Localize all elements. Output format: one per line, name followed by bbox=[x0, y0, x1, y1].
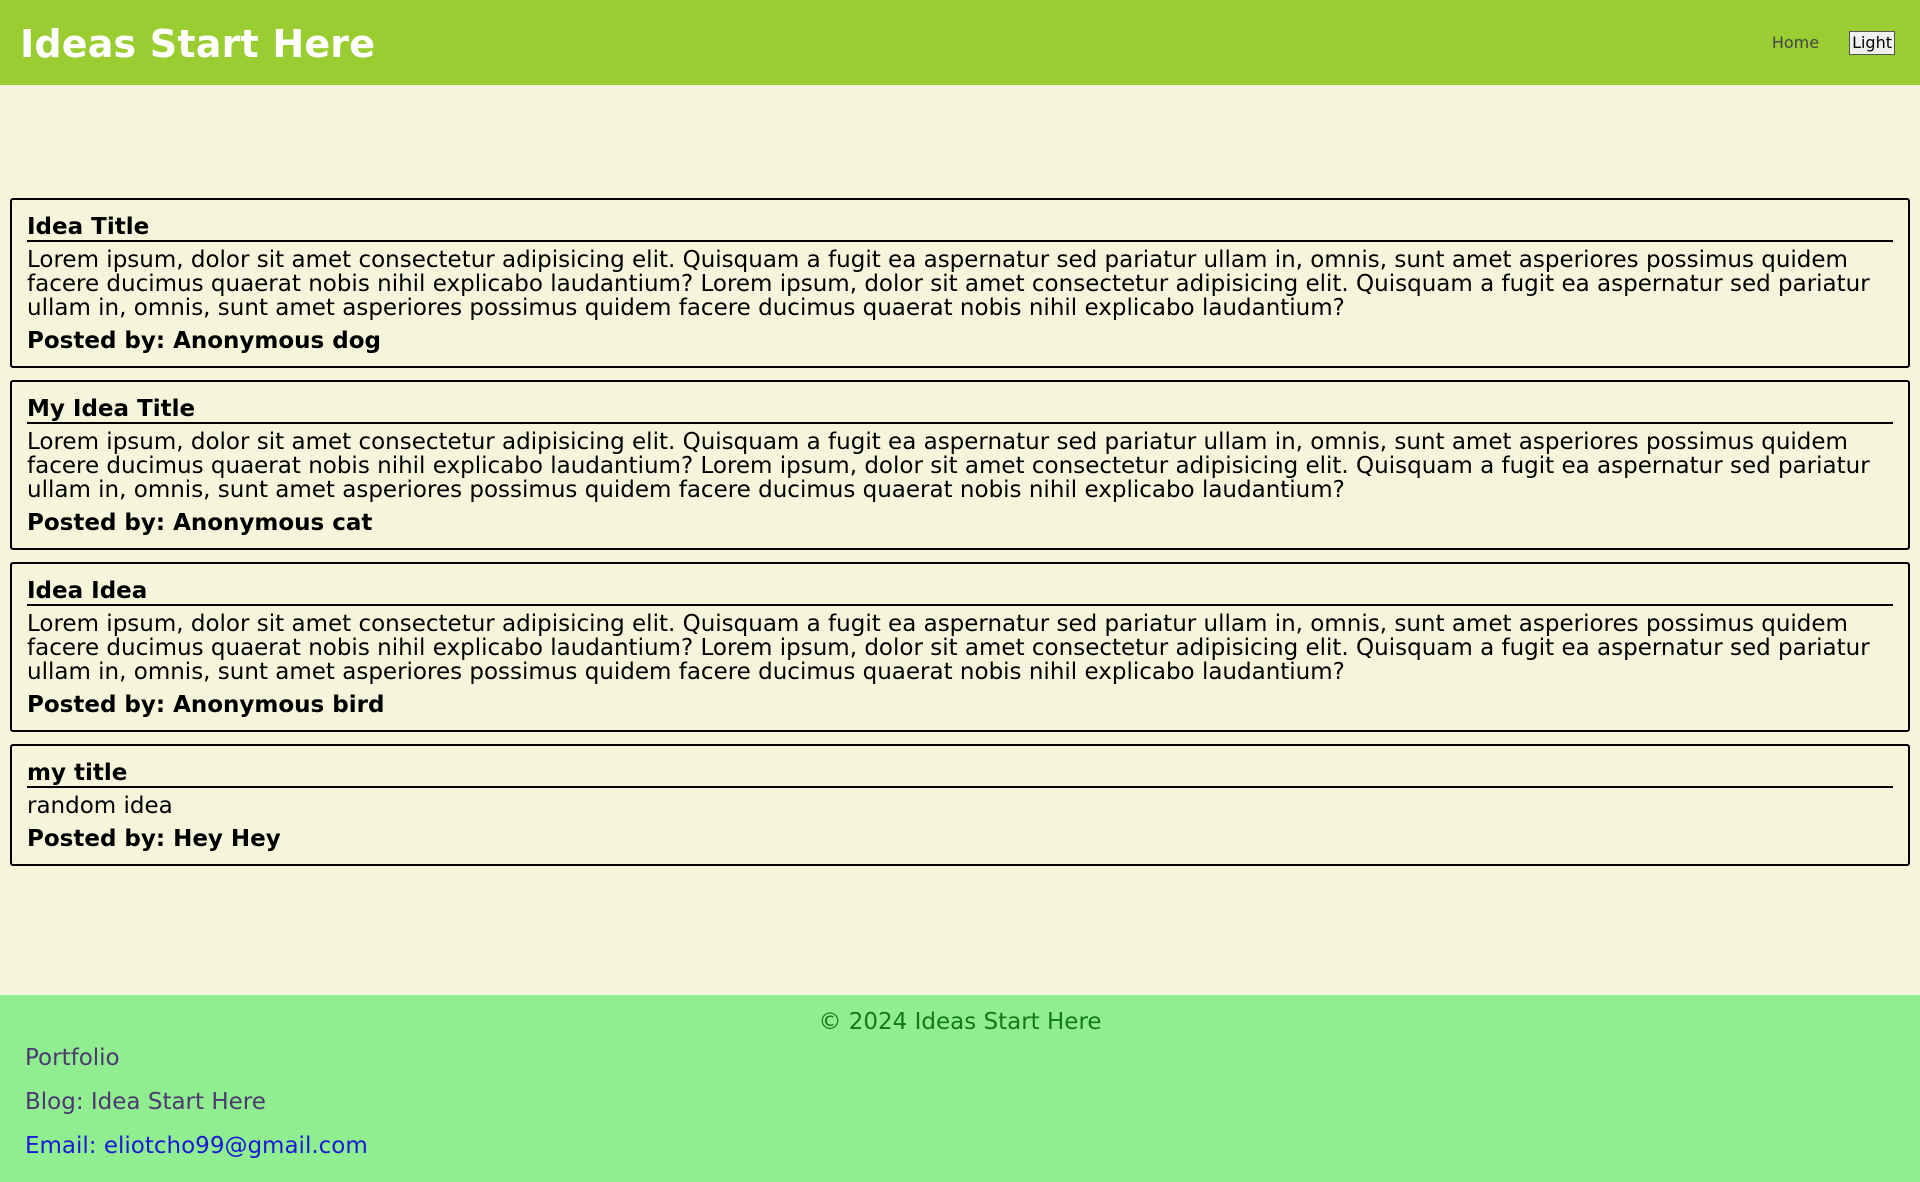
site-title[interactable]: Ideas Start Here bbox=[20, 18, 375, 70]
copyright-text: © 2024 Ideas Start Here bbox=[818, 1009, 1102, 1035]
idea-card: Idea Title Lorem ipsum, dolor sit amet c… bbox=[10, 198, 1910, 368]
idea-title: My Idea Title bbox=[27, 396, 1893, 424]
idea-title: Idea Title bbox=[27, 214, 1893, 242]
site-header: Ideas Start Here Home Light bbox=[0, 0, 1920, 85]
idea-body: Lorem ipsum, dolor sit amet consectetur … bbox=[27, 611, 1870, 685]
idea-author: Posted by: Hey Hey bbox=[27, 826, 281, 852]
idea-title: my title bbox=[27, 760, 1893, 788]
idea-body: random idea bbox=[27, 793, 173, 819]
site-footer: © 2024 Ideas Start Here Portfolio Blog: … bbox=[0, 995, 1920, 1182]
ideas-list: Idea Title Lorem ipsum, dolor sit amet c… bbox=[10, 198, 1910, 878]
idea-author: Posted by: Anonymous bird bbox=[27, 692, 385, 718]
theme-toggle-button[interactable]: Light bbox=[1849, 31, 1895, 55]
idea-card: my title random idea Posted by: Hey Hey bbox=[10, 744, 1910, 866]
portfolio-link[interactable]: Portfolio bbox=[25, 1043, 368, 1073]
footer-links: Portfolio Blog: Idea Start Here Email: e… bbox=[25, 1043, 368, 1175]
email-link[interactable]: Email: eliotcho99@gmail.com bbox=[25, 1131, 368, 1161]
idea-author: Posted by: Anonymous dog bbox=[27, 328, 381, 354]
idea-title: Idea Idea bbox=[27, 578, 1893, 606]
nav-home-link[interactable]: Home bbox=[1772, 30, 1819, 56]
idea-card: My Idea Title Lorem ipsum, dolor sit ame… bbox=[10, 380, 1910, 550]
idea-card: Idea Idea Lorem ipsum, dolor sit amet co… bbox=[10, 562, 1910, 732]
idea-body: Lorem ipsum, dolor sit amet consectetur … bbox=[27, 429, 1870, 503]
idea-body: Lorem ipsum, dolor sit amet consectetur … bbox=[27, 247, 1870, 321]
blog-link[interactable]: Blog: Idea Start Here bbox=[25, 1087, 368, 1117]
idea-author: Posted by: Anonymous cat bbox=[27, 510, 373, 536]
top-nav: Home Light bbox=[1772, 30, 1895, 56]
